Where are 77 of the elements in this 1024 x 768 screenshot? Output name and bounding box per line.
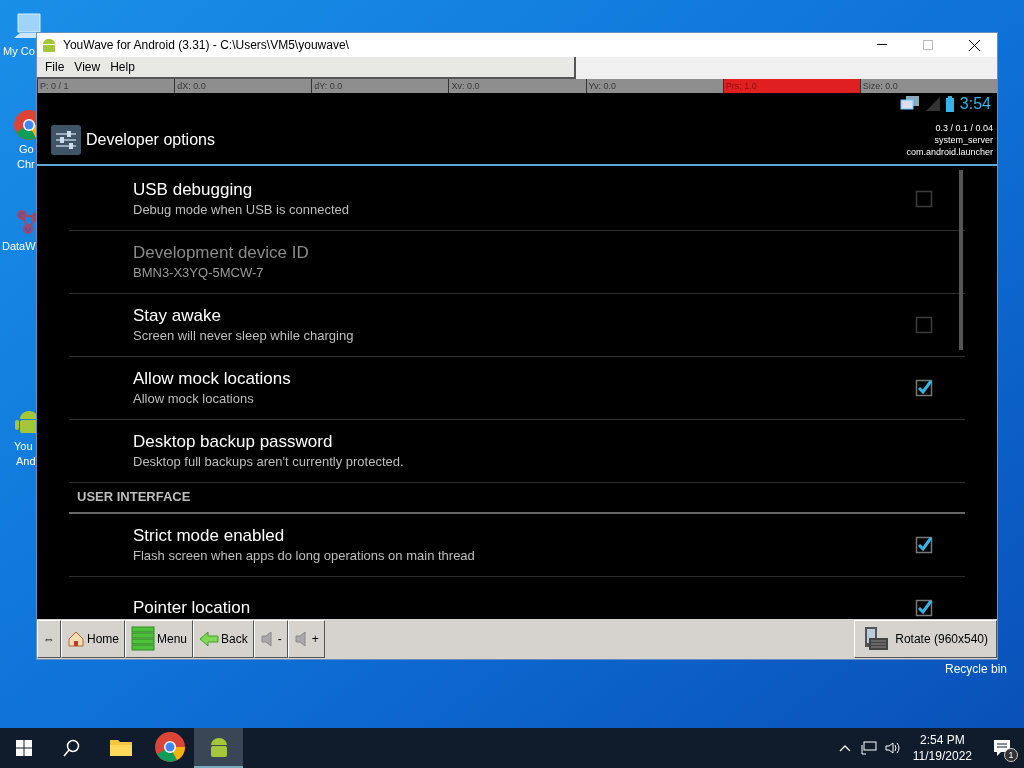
back-arrow-icon xyxy=(199,631,220,647)
settings-row[interactable]: Allow mock locations Allow mock locations xyxy=(69,357,965,420)
desktop-icon-label[interactable]: My Co xyxy=(3,44,35,59)
stat-cell: dY: 0.0 xyxy=(311,79,449,93)
network-icon xyxy=(860,741,877,755)
chevron-up-icon xyxy=(838,744,851,752)
desktop-icon-label[interactable]: And xyxy=(16,454,36,469)
debug-overlay-text: 0.3 / 0.1 / 0.04 xyxy=(935,121,993,134)
window-title: YouWave for Android (3.31) - C:\Users\VM5\youwave\ xyxy=(63,37,349,54)
setting-summary: BMN3-X3YQ-5MCW-7 xyxy=(133,264,265,282)
taskbar-date[interactable]: 11/19/2022 xyxy=(912,748,972,764)
computer-icon xyxy=(899,96,920,112)
settings-row[interactable]: Stay awake Screen will never sleep while charging xyxy=(69,294,965,357)
toolbar-button[interactable]: Back xyxy=(193,620,254,658)
android-icon xyxy=(41,37,57,53)
stat-cell: Yv: 0.0 xyxy=(585,79,723,93)
debug-overlay-text: system_server xyxy=(934,133,993,146)
menu-item[interactable]: Help xyxy=(106,58,139,76)
screen-title: Developer options xyxy=(86,129,215,150)
menu-icon xyxy=(131,626,155,652)
maximize-icon xyxy=(923,40,933,50)
desktop-icon-label[interactable]: Recycle bin xyxy=(945,662,1008,676)
windows-logo-icon xyxy=(16,740,32,756)
stat-cell: Prs: 1.0 xyxy=(722,79,860,93)
desktop-icon-label[interactable]: Chr xyxy=(17,157,35,172)
rotate-button[interactable]: Rotate (960x540) xyxy=(854,620,997,658)
toolbar-button[interactable]: + xyxy=(287,620,325,658)
setting-title: Desktop backup password xyxy=(133,431,334,453)
checkbox[interactable] xyxy=(915,536,933,554)
desktop-icon-label[interactable]: Go xyxy=(19,142,34,157)
volume-icon xyxy=(884,741,901,755)
setting-summary: Allow mock locations xyxy=(133,390,255,408)
setting-summary: Debug mode when USB is connected xyxy=(133,201,351,219)
minimize-icon xyxy=(877,44,887,46)
settings-row[interactable]: Strict mode enabled Flash screen when apps do long operations on main thread xyxy=(69,514,965,577)
toolbar-button[interactable]: ⇔ xyxy=(37,620,61,658)
chrome-icon xyxy=(152,730,187,764)
debug-overlay-text: com.android.launcher xyxy=(906,145,993,158)
setting-title: USB debugging xyxy=(133,179,254,201)
toolbar-button[interactable]: Home xyxy=(61,620,125,658)
desktop-icon-label[interactable]: You xyxy=(14,439,33,454)
battery-icon xyxy=(945,96,954,112)
checkbox[interactable] xyxy=(915,190,933,208)
toolbar-button[interactable]: Menu xyxy=(125,620,194,658)
stat-cell: P: 0 / 1 xyxy=(37,79,175,93)
stat-cell: dX: 0.0 xyxy=(174,79,312,93)
checkbox[interactable] xyxy=(915,599,933,617)
setting-summary: Flash screen when apps do long operations on main thread xyxy=(133,547,476,565)
house-icon xyxy=(67,630,85,648)
setting-summary: Desktop full backups aren't currently protected. xyxy=(133,453,405,471)
setting-title: Strict mode enabled xyxy=(133,525,286,547)
search-icon xyxy=(63,739,81,757)
rotate-device-icon xyxy=(863,626,890,652)
desktop-icon-label[interactable]: DataW xyxy=(2,239,36,254)
signal-icon xyxy=(925,97,940,111)
setting-title: Development device ID xyxy=(133,242,310,264)
taskbar-time[interactable]: 2:54 PM xyxy=(920,732,965,748)
notifications-button[interactable]: 1 xyxy=(980,728,1024,768)
close-icon xyxy=(968,39,980,51)
stat-cell: Size: 0.0 xyxy=(859,79,997,93)
setting-title: Allow mock locations xyxy=(133,368,292,390)
menu-item[interactable]: View xyxy=(70,58,105,76)
settings-sliders-icon xyxy=(51,124,81,155)
menu-item[interactable]: File xyxy=(41,58,69,76)
checkbox[interactable] xyxy=(915,316,933,334)
setting-summary: Screen will never sleep while charging xyxy=(133,327,355,345)
setting-title: Stay awake xyxy=(133,305,222,327)
folder-icon xyxy=(108,737,133,757)
settings-row[interactable]: USB debugging Debug mode when USB is connected xyxy=(69,168,965,231)
notification-count: 1 xyxy=(1004,748,1018,762)
checkbox[interactable] xyxy=(915,379,933,397)
stat-cell: Xv: 0.0 xyxy=(448,79,586,93)
setting-title: Pointer location xyxy=(133,597,252,619)
clock: 3:54 xyxy=(959,94,991,114)
settings-row[interactable]: Desktop backup password Desktop full backups aren't currently protected. xyxy=(69,420,965,483)
toolbar-button[interactable]: - xyxy=(253,620,288,658)
section-header: USER INTERFACE xyxy=(77,487,191,506)
